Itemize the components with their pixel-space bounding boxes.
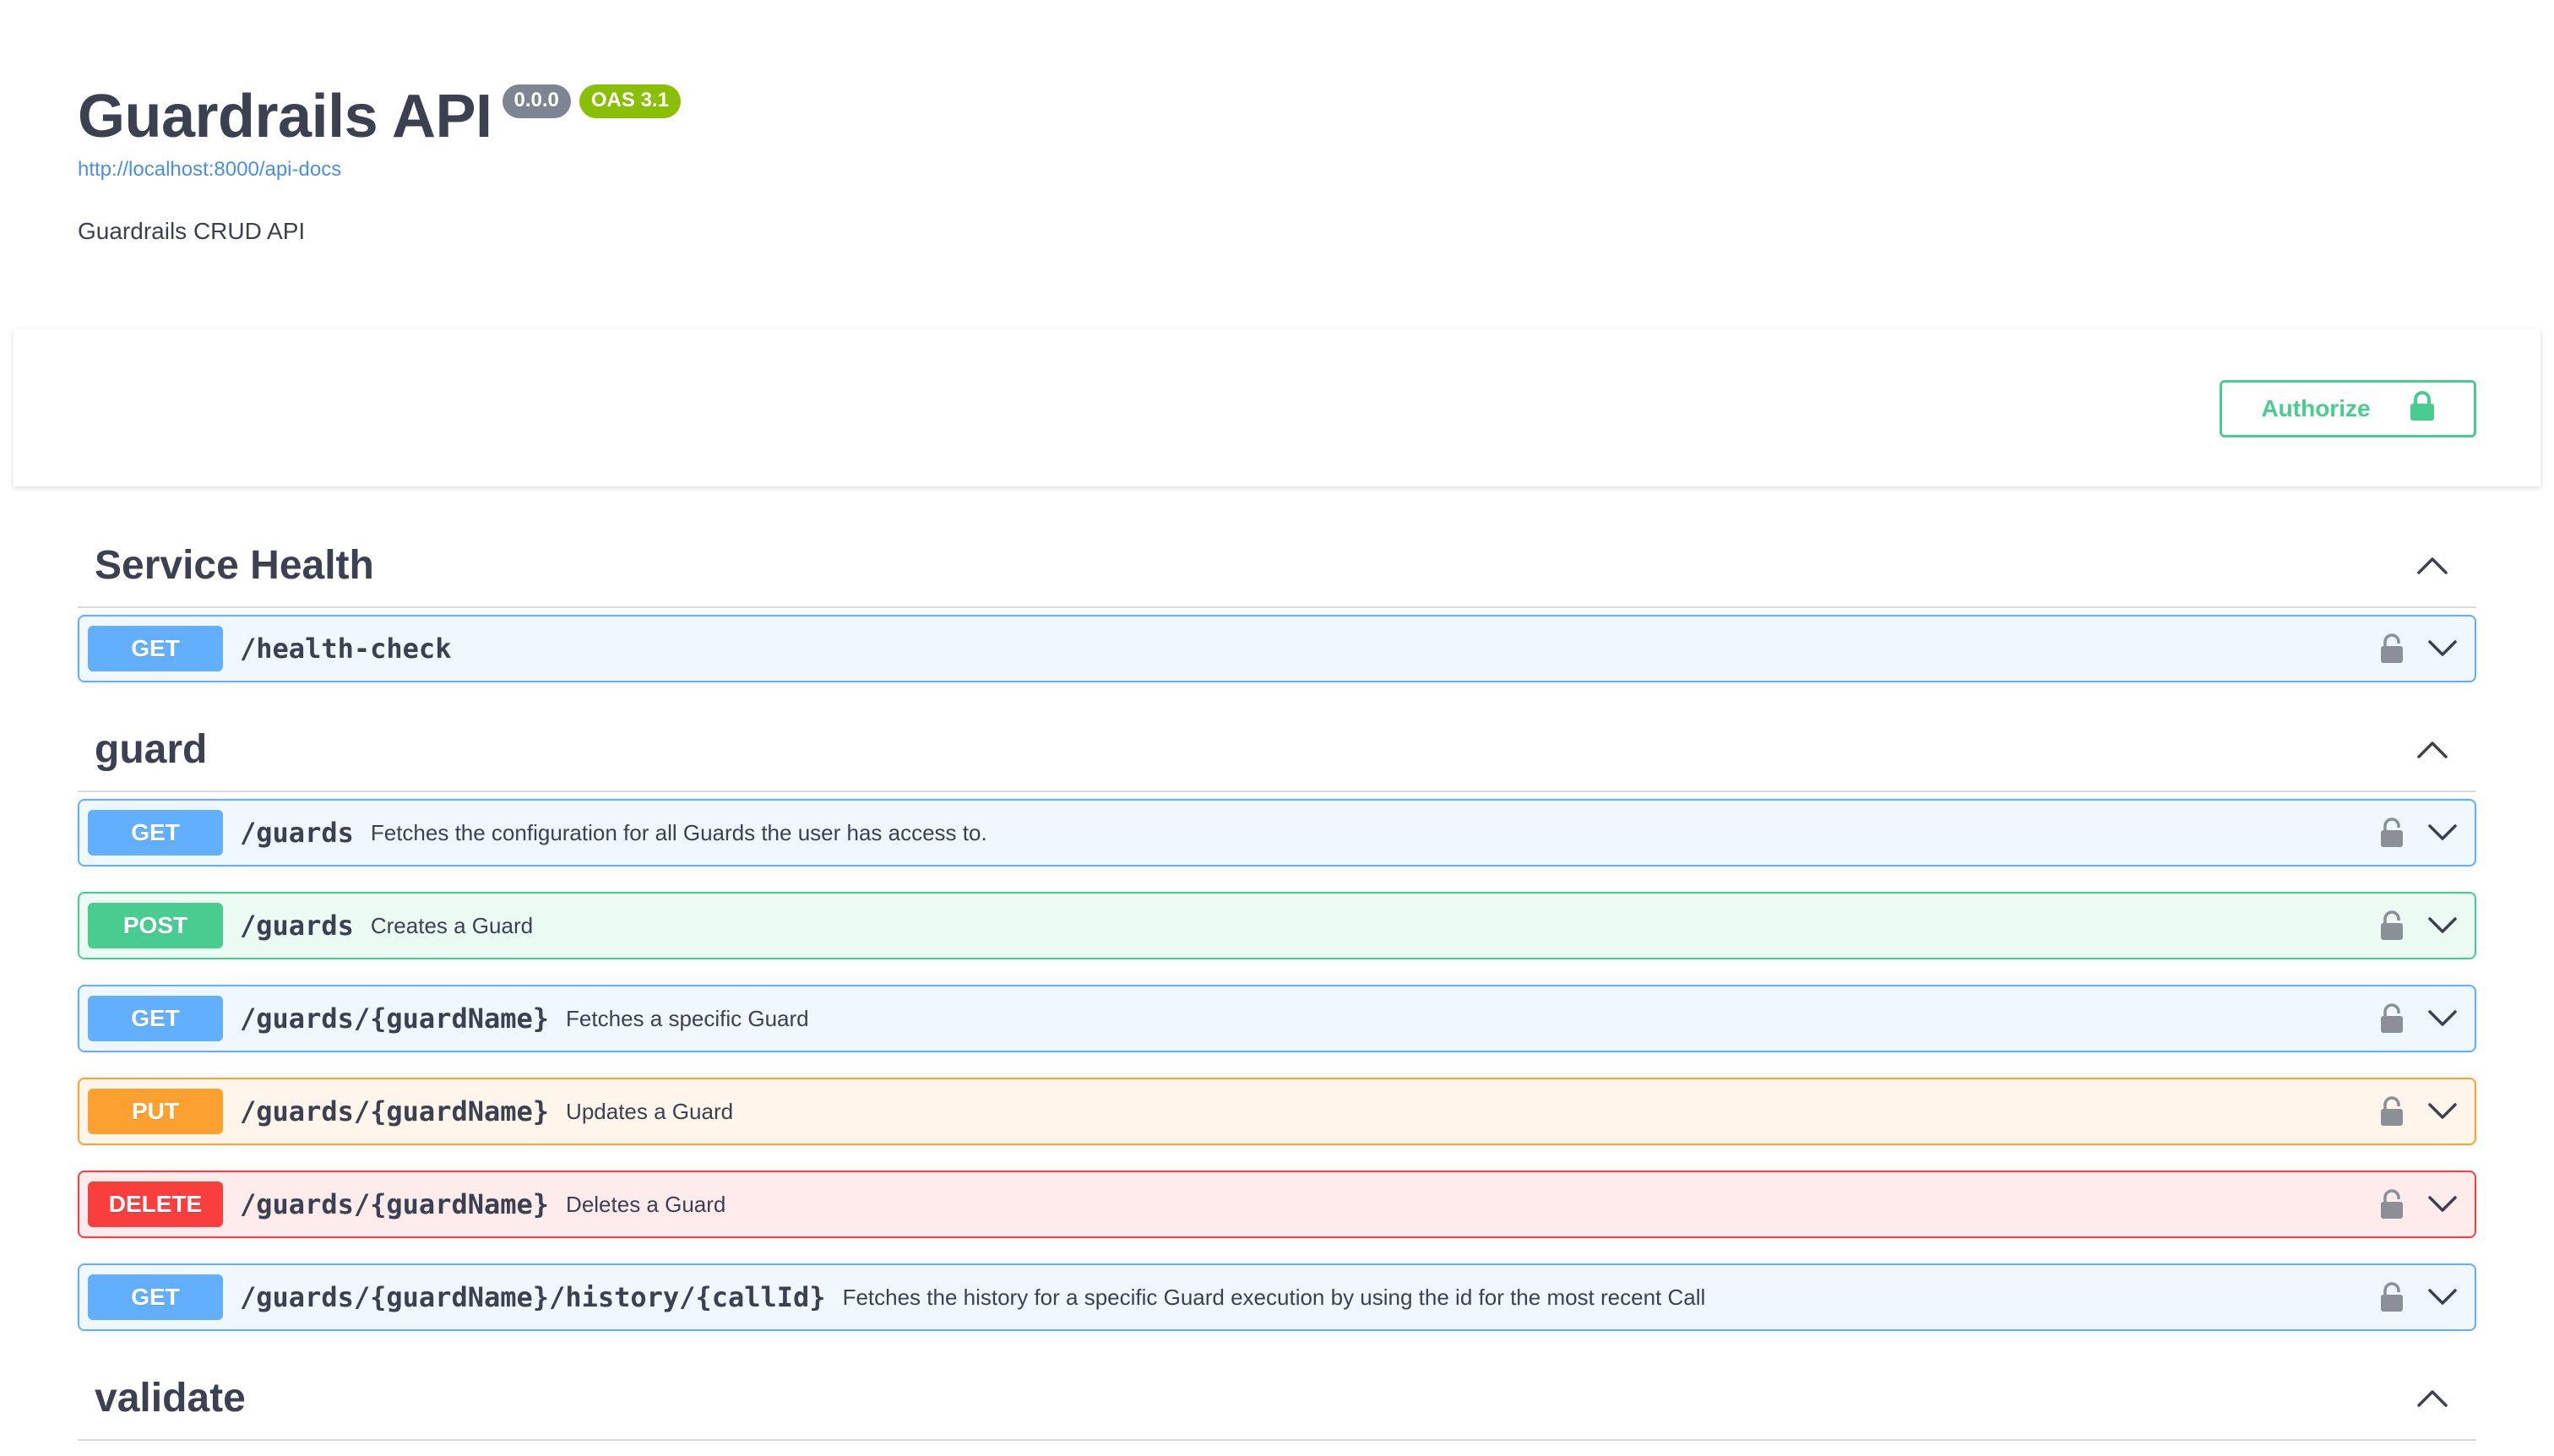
- operation-controls: [2380, 1189, 2458, 1220]
- unlocked-padlock-icon[interactable]: [2380, 1003, 2404, 1034]
- operation-controls: [2380, 1003, 2458, 1034]
- tag-name: validate: [95, 1375, 246, 1421]
- chevron-up-icon[interactable]: [2414, 1379, 2451, 1416]
- api-info: Guardrails API 0.0.0 OAS 3.1 http://loca…: [78, 76, 2476, 247]
- tag-section: Service Health GET/health-check: [78, 524, 2476, 682]
- method-badge: PUT: [88, 1089, 223, 1134]
- authorize-label: Authorize: [2261, 395, 2371, 421]
- operation-controls: [2380, 1096, 2458, 1127]
- operation-get[interactable]: GET/guards Fetches the configuration for …: [78, 799, 2476, 867]
- operation-get[interactable]: GET/health-check: [78, 615, 2476, 682]
- operation-post[interactable]: POST/guards Creates a Guard: [78, 892, 2476, 959]
- unlocked-padlock-icon[interactable]: [2380, 1096, 2404, 1127]
- chevron-down-icon[interactable]: [2427, 639, 2458, 658]
- operation-path: /health-check: [240, 633, 452, 665]
- chevron-down-icon[interactable]: [2427, 1009, 2458, 1028]
- operation-path: /guards: [240, 817, 354, 849]
- chevron-down-icon[interactable]: [2427, 1102, 2458, 1121]
- operation-controls: [2380, 633, 2458, 664]
- operation-controls: [2380, 1282, 2458, 1312]
- method-badge: GET: [88, 626, 223, 671]
- page-title: Guardrails API: [78, 83, 492, 150]
- spec-link[interactable]: http://localhost:8000/api-docs: [78, 157, 2476, 182]
- operation-path: /guards/{guardName}: [240, 1002, 550, 1035]
- chevron-down-icon[interactable]: [2427, 1288, 2458, 1307]
- tag-header[interactable]: validate: [78, 1356, 2476, 1441]
- tag-header[interactable]: Service Health: [78, 524, 2476, 608]
- operation-summary: Fetches a specific Guard: [566, 1005, 809, 1031]
- unlocked-padlock-icon[interactable]: [2380, 910, 2404, 941]
- tag-header[interactable]: guard: [78, 708, 2476, 792]
- operation-path: /guards/{guardName}/history/{callId}: [240, 1281, 826, 1313]
- version-badge: 0.0.0: [502, 84, 571, 118]
- operation-summary: Fetches the history for a specific Guard…: [842, 1284, 1706, 1310]
- operation-put[interactable]: PUT/guards/{guardName} Updates a Guard: [78, 1078, 2476, 1145]
- operation-summary: Updates a Guard: [566, 1098, 734, 1124]
- chevron-up-icon[interactable]: [2414, 731, 2451, 768]
- chevron-down-icon[interactable]: [2427, 1195, 2458, 1214]
- method-badge: GET: [88, 996, 223, 1041]
- chevron-up-icon[interactable]: [2414, 546, 2451, 584]
- operation-get[interactable]: GET/guards/{guardName} Fetches a specific…: [78, 985, 2476, 1052]
- lock-icon: [2410, 390, 2435, 427]
- tag-name: Service Health: [95, 542, 374, 588]
- unlocked-padlock-icon[interactable]: [2380, 1189, 2404, 1220]
- operation-path: /guards: [240, 910, 354, 942]
- unlocked-padlock-icon[interactable]: [2380, 1282, 2404, 1312]
- method-badge: GET: [88, 810, 223, 856]
- operation-path: /guards/{guardName}: [240, 1095, 550, 1127]
- operation-get[interactable]: GET/guards/{guardName}/history/{callId} F…: [78, 1263, 2476, 1331]
- unlocked-padlock-icon[interactable]: [2380, 818, 2404, 848]
- authorize-button[interactable]: Authorize: [2220, 380, 2476, 437]
- method-badge: GET: [88, 1274, 223, 1320]
- operation-controls: [2380, 818, 2458, 848]
- method-badge: POST: [88, 903, 223, 948]
- tag-section: guard GET/guards Fetches the configuration…: [78, 708, 2476, 1331]
- chevron-down-icon[interactable]: [2427, 916, 2458, 935]
- chevron-down-icon[interactable]: [2427, 823, 2458, 842]
- operation-summary: Creates a Guard: [370, 912, 534, 938]
- operations-list: Service Health GET/health-check guard GET/g…: [78, 524, 2476, 1448]
- oas-badge: OAS 3.1: [579, 84, 681, 118]
- operation-path: /guards/{guardName}: [240, 1188, 550, 1220]
- operation-delete[interactable]: DELETE/guards/{guardName} Deletes a Guard: [78, 1171, 2476, 1238]
- tag-name: guard: [95, 726, 208, 772]
- api-description: Guardrails CRUD API: [78, 218, 306, 244]
- title-row: Guardrails API 0.0.0 OAS 3.1: [78, 76, 2476, 157]
- method-badge: DELETE: [88, 1182, 223, 1227]
- operation-summary: Fetches the configuration for all Guards…: [370, 819, 987, 845]
- scheme-container: Authorize: [14, 329, 2540, 486]
- operation-controls: [2380, 910, 2458, 941]
- tag-section: validate: [78, 1356, 2476, 1441]
- operation-summary: Deletes a Guard: [566, 1191, 726, 1217]
- unlocked-padlock-icon[interactable]: [2380, 633, 2404, 664]
